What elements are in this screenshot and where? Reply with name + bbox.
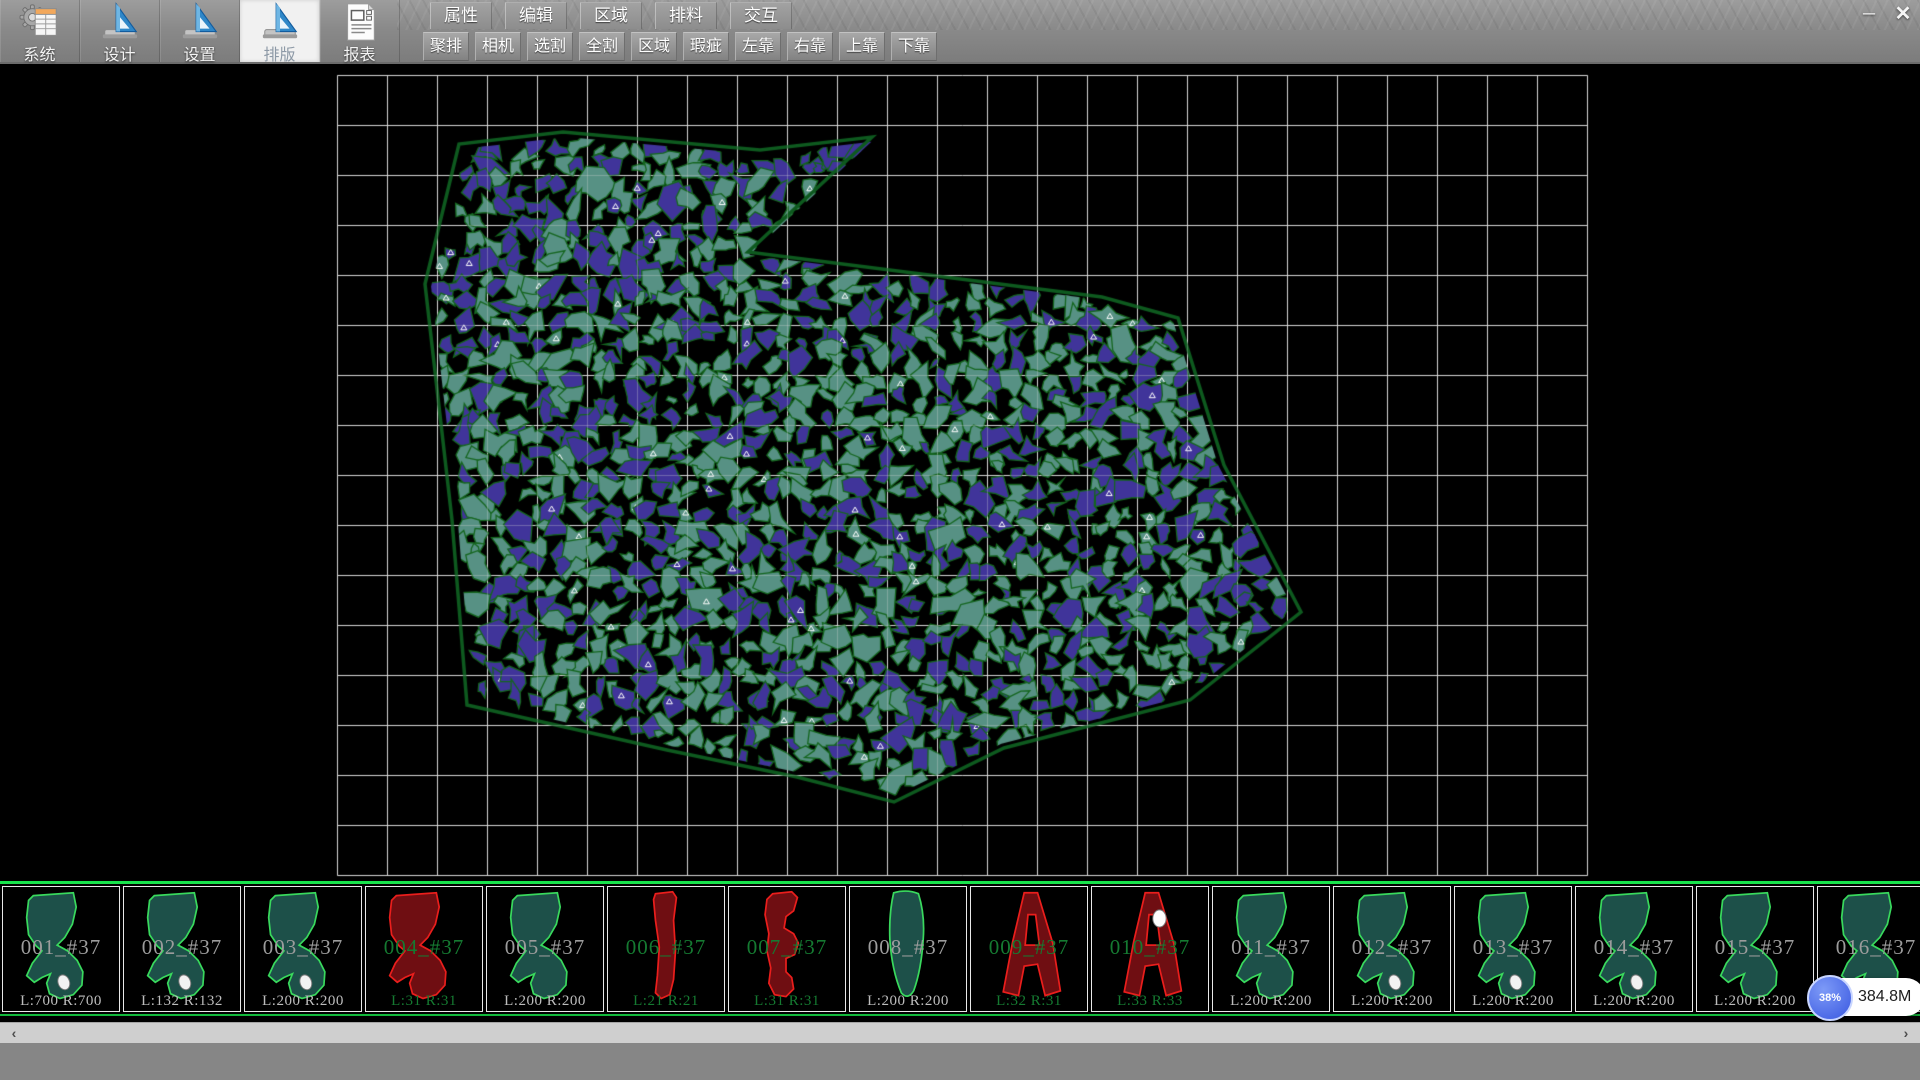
parts-strip: 001_#37L:700 R:700002_#37L:132 R:132003_… <box>0 880 1920 1022</box>
app-button-系统[interactable]: 系统 <box>0 0 80 62</box>
app-label: 报表 <box>343 47 375 65</box>
part-id: 003_#37 <box>245 935 361 960</box>
tool-button-右靠[interactable]: 右靠 <box>787 32 833 61</box>
part-thumbnail[interactable]: 012_#37 L:200 R:200 <box>1333 886 1451 1012</box>
app-label: 设计 <box>103 47 135 65</box>
part-id: 011_#37 <box>1213 935 1329 960</box>
set-square-icon <box>97 0 143 47</box>
minimize-button[interactable]: ─ <box>1856 3 1882 25</box>
scroll-left-arrow[interactable]: ‹ <box>2 1023 26 1043</box>
menu-tabs: 属性编辑区域排料交互 <box>430 2 792 29</box>
part-id: 002_#37 <box>124 935 240 960</box>
app-switcher: 系统 设计 设置 排版 报表 <box>0 0 400 62</box>
part-thumbnail[interactable]: 005_#37 L:200 R:200 <box>486 886 604 1012</box>
part-thumbnail[interactable]: 015_#37 L:200 R:200 <box>1696 886 1814 1012</box>
tool-button-左靠[interactable]: 左靠 <box>735 32 781 61</box>
part-id: 005_#37 <box>487 935 603 960</box>
part-id: 015_#37 <box>1697 935 1813 960</box>
part-counts: L:200 R:200 <box>1697 993 1813 1010</box>
part-counts: L:200 R:200 <box>245 993 361 1010</box>
horizontal-scrollbar[interactable]: ‹ › <box>0 1022 1920 1043</box>
part-thumbnail[interactable]: 010_#37 L:33 R:33 <box>1091 886 1209 1012</box>
tool-button-全割[interactable]: 全割 <box>579 32 625 61</box>
tool-row: 聚排相机选割全割区域瑕疵左靠右靠上靠下靠 <box>423 32 937 61</box>
set-square-icon <box>177 0 223 47</box>
status-pill: 38% 384.8M <box>1810 978 1920 1016</box>
part-counts: L:32 R:31 <box>971 993 1087 1010</box>
part-id: 014_#37 <box>1576 935 1692 960</box>
part-thumbnail[interactable]: 001_#37 L:700 R:700 <box>2 886 120 1012</box>
part-counts: L:200 R:200 <box>1576 993 1692 1010</box>
part-counts: L:200 R:200 <box>1455 993 1571 1010</box>
gear-doc-icon <box>17 0 63 47</box>
part-id: 012_#37 <box>1334 935 1450 960</box>
part-counts: L:21 R:21 <box>608 993 724 1010</box>
app-button-设置[interactable]: 设置 <box>160 0 240 62</box>
part-counts: L:200 R:200 <box>487 993 603 1010</box>
menu-tab-排料[interactable]: 排料 <box>655 2 717 29</box>
set-square-icon <box>257 0 303 47</box>
part-thumbnail[interactable]: 008_#37 L:200 R:200 <box>849 886 967 1012</box>
tool-button-上靠[interactable]: 上靠 <box>839 32 885 61</box>
nesting-canvas[interactable] <box>0 62 1920 880</box>
app-button-报表[interactable]: 报表 <box>320 0 400 62</box>
scroll-right-arrow[interactable]: › <box>1894 1023 1918 1043</box>
menu-tab-区域[interactable]: 区域 <box>580 2 642 29</box>
part-id: 004_#37 <box>366 935 482 960</box>
app-button-排版[interactable]: 排版 <box>240 0 320 62</box>
part-id: 001_#37 <box>3 935 119 960</box>
memory-usage: 384.8M <box>1858 988 1911 1006</box>
status-bar <box>0 1042 1920 1080</box>
part-counts: L:200 R:200 <box>850 993 966 1010</box>
part-counts: L:132 R:132 <box>124 993 240 1010</box>
part-id: 016_#37 <box>1818 935 1920 960</box>
menu-tab-编辑[interactable]: 编辑 <box>505 2 567 29</box>
part-thumbnail[interactable]: 011_#37 L:200 R:200 <box>1212 886 1330 1012</box>
part-id: 008_#37 <box>850 935 966 960</box>
part-id: 010_#37 <box>1092 935 1208 960</box>
part-counts: L:31 R:31 <box>729 993 845 1010</box>
tool-button-相机[interactable]: 相机 <box>475 32 521 61</box>
close-button[interactable]: ✕ <box>1890 3 1916 25</box>
part-thumbnail[interactable]: 013_#37 L:200 R:200 <box>1454 886 1572 1012</box>
menu-tab-交互[interactable]: 交互 <box>730 2 792 29</box>
part-id: 006_#37 <box>608 935 724 960</box>
parts-list: 001_#37L:700 R:700002_#37L:132 R:132003_… <box>2 886 1920 1012</box>
part-thumbnail[interactable]: 006_#37 L:21 R:21 <box>607 886 725 1012</box>
part-thumbnail[interactable]: 004_#37 L:31 R:31 <box>365 886 483 1012</box>
app-label: 系统 <box>23 47 55 65</box>
menu-tab-属性[interactable]: 属性 <box>430 2 492 29</box>
tool-button-聚排[interactable]: 聚排 <box>423 32 469 61</box>
part-thumbnail[interactable]: 009_#37 L:32 R:31 <box>970 886 1088 1012</box>
strip-bottom-border <box>0 1014 1920 1016</box>
part-thumbnail[interactable]: 007_#37 L:31 R:31 <box>728 886 846 1012</box>
report-doc-icon <box>337 0 383 47</box>
part-thumbnail[interactable]: 003_#37 L:200 R:200 <box>244 886 362 1012</box>
app-label: 排版 <box>263 47 295 65</box>
app-button-设计[interactable]: 设计 <box>80 0 160 62</box>
part-counts: L:200 R:200 <box>1334 993 1450 1010</box>
part-counts: L:200 R:200 <box>1213 993 1329 1010</box>
part-counts: L:33 R:33 <box>1092 993 1208 1010</box>
strip-top-border <box>0 881 1920 884</box>
part-id: 009_#37 <box>971 935 1087 960</box>
tool-button-瑕疵[interactable]: 瑕疵 <box>683 32 729 61</box>
tool-button-选割[interactable]: 选割 <box>527 32 573 61</box>
progress-percent: 38% <box>1819 992 1841 1004</box>
part-id: 007_#37 <box>729 935 845 960</box>
part-counts: L:31 R:31 <box>366 993 482 1010</box>
tool-button-区域[interactable]: 区域 <box>631 32 677 61</box>
part-thumbnail[interactable]: 002_#37 L:132 R:132 <box>123 886 241 1012</box>
part-thumbnail[interactable]: 014_#37 L:200 R:200 <box>1575 886 1693 1012</box>
window-controls: ─ ✕ <box>1856 3 1916 25</box>
tool-button-下靠[interactable]: 下靠 <box>891 32 937 61</box>
part-id: 013_#37 <box>1455 935 1571 960</box>
app-label: 设置 <box>183 47 215 65</box>
part-counts: L:700 R:700 <box>3 993 119 1010</box>
toolbar: 系统设计设置排版报表 属性编辑区域排料交互 聚排相机选割全割区域瑕疵左靠右靠上靠… <box>0 0 1920 64</box>
progress-badge: 38% <box>1807 975 1853 1021</box>
